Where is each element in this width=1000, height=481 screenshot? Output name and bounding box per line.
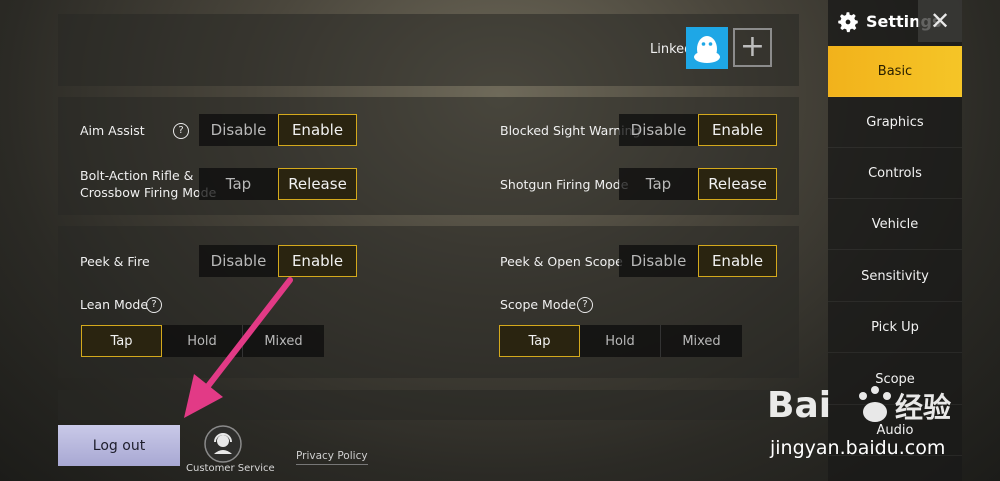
watermark-url: jingyan.baidu.com [770, 437, 946, 459]
svg-text:经验: 经验 [895, 391, 951, 424]
svg-text:Bai: Bai [767, 385, 831, 426]
